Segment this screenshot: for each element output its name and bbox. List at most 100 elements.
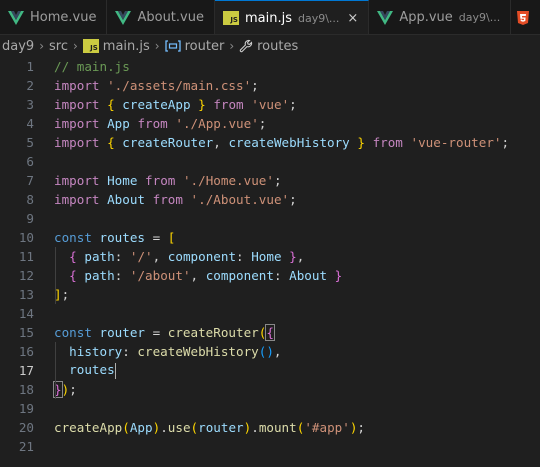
code-line[interactable]: 13];	[0, 285, 540, 304]
code-text: // main.js	[54, 59, 130, 74]
code-token: ;	[289, 97, 297, 112]
code-token: }	[334, 268, 343, 283]
line-number: 8	[26, 192, 34, 207]
code-line[interactable]: 4 import App from './App.vue';	[0, 114, 540, 133]
code-token: path	[84, 249, 115, 264]
code-token: createWebHistory	[228, 135, 350, 150]
tab-main-js[interactable]: JS main.js day9\... ×	[214, 0, 370, 34]
code-token: App	[107, 116, 130, 131]
line-number: 21	[18, 439, 34, 454]
code-token: {	[69, 268, 77, 283]
code-token: import	[54, 135, 100, 150]
code-text: const router = createRouter({	[54, 324, 275, 341]
breadcrumb-item-main-js[interactable]: JS main.js	[82, 39, 150, 54]
breadcrumb-item-routes[interactable]: routes	[239, 39, 298, 54]
code-line[interactable]: 3 import { createApp } from 'vue';	[0, 95, 540, 114]
code-token: Home	[251, 249, 282, 264]
breadcrumb-separator: ›	[39, 39, 44, 53]
code-token: }	[198, 97, 206, 112]
indent-guide	[55, 247, 56, 304]
code-line[interactable]: 1 // main.js	[0, 57, 540, 76]
code-token: const	[54, 325, 92, 340]
line-number: 18	[18, 382, 34, 397]
breadcrumb-item-src[interactable]: src	[49, 39, 68, 54]
tab-about-vue[interactable]: About.vue	[107, 0, 215, 34]
code-text: import App from './App.vue';	[54, 116, 266, 131]
line-number: 9	[26, 211, 34, 226]
variable-icon	[164, 39, 181, 53]
code-token: }	[289, 249, 297, 264]
code-line[interactable]: 17 routes	[0, 361, 540, 380]
code-line[interactable]: 15 const router = createRouter({	[0, 323, 540, 342]
code-token: ;	[289, 192, 297, 207]
code-line[interactable]: 20 createApp(App).use(router).mount('#app…	[0, 418, 540, 437]
code-token: {	[107, 135, 115, 150]
code-token: App	[129, 420, 153, 435]
code-token: routes	[99, 230, 146, 245]
bracket-match: {	[265, 324, 275, 341]
code-token: path	[84, 268, 115, 283]
code-text: import { createApp } from 'vue';	[54, 97, 297, 112]
code-line[interactable]: 6	[0, 152, 540, 171]
code-token: .	[160, 420, 168, 435]
code-token: '#app'	[304, 420, 350, 435]
line-number: 14	[18, 306, 34, 321]
code-token: {	[69, 249, 77, 264]
code-text: import './assets/main.css';	[54, 78, 259, 93]
breadcrumb-item-day9[interactable]: day9	[2, 39, 34, 54]
code-token: {	[107, 97, 115, 112]
js-icon: JS	[82, 39, 99, 53]
code-token: from	[152, 192, 183, 207]
code-line[interactable]: 19	[0, 399, 540, 418]
code-text: routes	[54, 362, 116, 379]
tab-home-vue[interactable]: Home.vue	[0, 0, 108, 34]
code-line[interactable]: 14	[0, 304, 540, 323]
code-line[interactable]: 12 { path: '/about', component: About }	[0, 266, 540, 285]
code-line[interactable]: 11 { path: '/', component: Home },	[0, 247, 540, 266]
code-token: (	[190, 420, 199, 435]
code-token: import	[54, 116, 100, 131]
code-line[interactable]: 5 import { createRouter, createWebHistory…	[0, 133, 540, 152]
tab-label: About.vue	[137, 10, 204, 25]
tab-label: Home.vue	[30, 10, 97, 25]
tab-description: day9\...	[458, 11, 501, 24]
line-number: 1	[26, 59, 34, 74]
code-token: createApp	[54, 420, 123, 435]
breadcrumb-label: router	[184, 38, 225, 54]
code-line[interactable]: 7 import Home from './Home.vue';	[0, 171, 540, 190]
code-token: :	[114, 249, 130, 264]
code-line[interactable]: 8 import About from './About.vue';	[0, 190, 540, 209]
code-text: { path: '/about', component: About }	[54, 268, 342, 283]
code-line[interactable]: 2 import './assets/main.css';	[0, 76, 540, 95]
breadcrumb-item-router[interactable]: router	[164, 38, 225, 54]
code-token: createWebHistory	[137, 344, 259, 359]
code-token: // main.js	[54, 59, 130, 74]
line-number: 10	[18, 230, 34, 245]
code-text: ];	[54, 287, 69, 302]
code-token: (	[122, 420, 130, 435]
code-token: routes	[69, 362, 115, 378]
code-text: const routes = [	[54, 230, 175, 245]
code-line[interactable]: 18});	[0, 380, 540, 399]
code-token: 'vue-router'	[410, 135, 502, 150]
code-token: ;	[69, 382, 77, 397]
code-token: ,	[273, 344, 282, 359]
close-icon[interactable]: ×	[347, 11, 358, 26]
code-line[interactable]: 9	[0, 209, 540, 228]
code-line[interactable]: 10 const routes = [	[0, 228, 540, 247]
tab-app-vue[interactable]: App.vue day9\...	[369, 0, 512, 34]
code-token: from	[372, 135, 403, 150]
tab-html-file[interactable]	[511, 0, 540, 34]
code-line[interactable]: 21	[0, 437, 540, 456]
code-line[interactable]: 16 history: createWebHistory(),	[0, 342, 540, 361]
code-editor[interactable]: 1 // main.js 2 import './assets/main.css'; 3…	[0, 57, 540, 467]
code-token: from	[213, 97, 244, 112]
tab-label: main.js	[244, 10, 292, 26]
